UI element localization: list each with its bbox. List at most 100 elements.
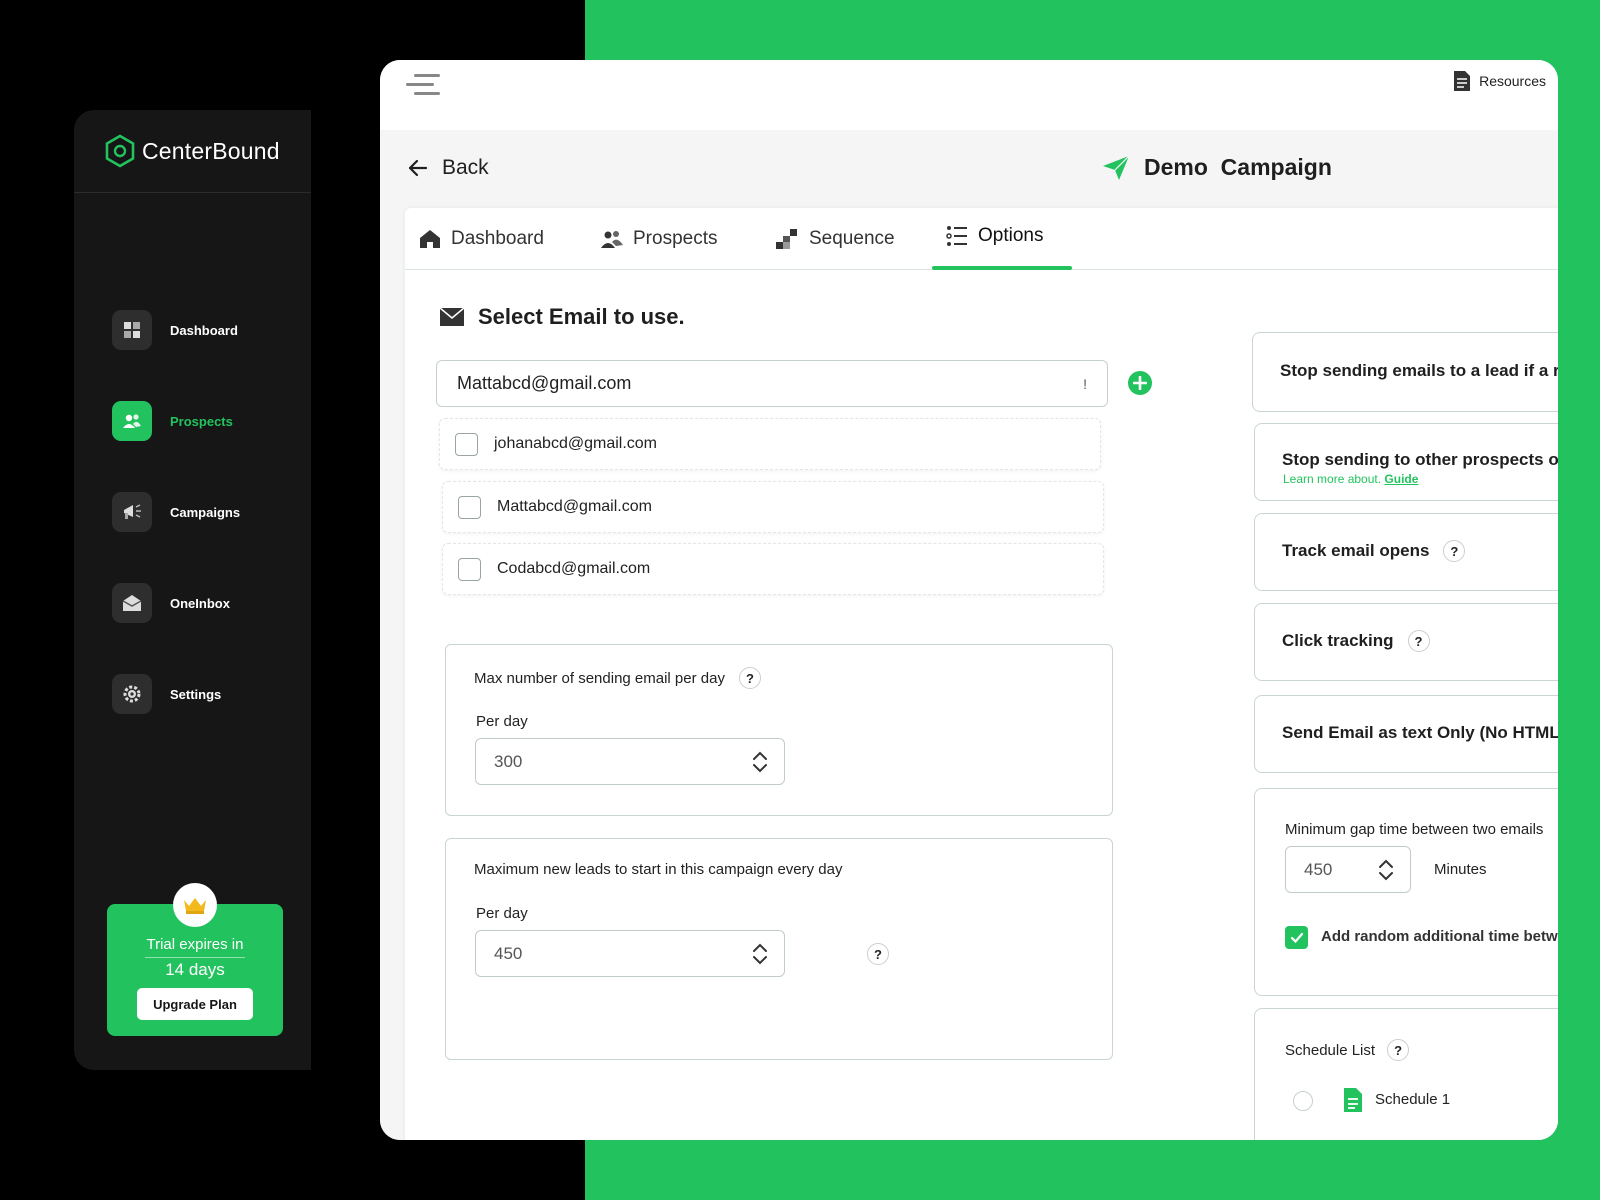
email-checkbox[interactable] <box>458 557 481 581</box>
max-new-leads-value: 450 <box>494 943 523 963</box>
options-panel: Dashboard Prospects Sequence Options Sel… <box>405 208 1558 1140</box>
tab-dashboard[interactable]: Dashboard <box>419 208 544 270</box>
random-time-checkbox[interactable] <box>1285 926 1308 949</box>
min-gap-input[interactable]: 450 <box>1285 846 1411 893</box>
email-option[interactable]: johanabcd@gmail.com <box>439 418 1101 470</box>
max-sending-input[interactable]: 300 <box>475 738 785 785</box>
home-icon <box>420 230 440 248</box>
number-stepper[interactable] <box>752 943 768 965</box>
max-new-leads-box: Maximum new leads to start in this campa… <box>445 838 1113 1060</box>
tab-label: Sequence <box>809 228 895 249</box>
email-option[interactable]: Codabcd@gmail.com <box>442 543 1104 595</box>
upgrade-plan-button[interactable]: Upgrade Plan <box>137 988 253 1020</box>
chevron-down-icon[interactable] <box>752 955 768 965</box>
options-list-icon <box>946 226 967 246</box>
max-new-leads-input[interactable]: 450 <box>475 930 785 977</box>
help-icon[interactable]: ? <box>1407 630 1430 652</box>
track-opens-label: Track email opens <box>1282 541 1430 560</box>
email-checkbox[interactable] <box>458 495 481 519</box>
top-bar: Resources <box>380 60 1558 130</box>
click-tracking-option[interactable]: Click tracking ? <box>1254 603 1558 681</box>
track-opens-option[interactable]: Track email opens ? <box>1254 513 1558 591</box>
email-checkbox[interactable] <box>455 432 478 456</box>
steps-icon <box>776 229 797 249</box>
chevron-up-icon[interactable] <box>1378 859 1394 869</box>
track-opens-title: Track email opens ? <box>1282 540 1466 562</box>
arrow-left-icon <box>408 159 428 177</box>
max-sending-value: 300 <box>494 751 523 771</box>
back-button[interactable]: Back <box>408 156 489 180</box>
alert-indicator: ! <box>1083 375 1087 392</box>
sidebar-item-settings[interactable]: Settings <box>112 674 221 714</box>
help-icon[interactable]: ? <box>1387 1039 1410 1061</box>
min-gap-value: 450 <box>1304 859 1333 879</box>
sidebar-item-dashboard[interactable]: Dashboard <box>112 310 238 350</box>
logo: CenterBound <box>104 134 280 168</box>
crown-icon <box>173 883 217 927</box>
trial-days-left: 14 days <box>165 960 225 979</box>
envelope-icon <box>440 308 464 326</box>
schedule-document-icon <box>1344 1088 1362 1112</box>
tab-options[interactable]: Options <box>946 205 1043 267</box>
email-select-dropdown[interactable]: Mattabcd@gmail.com ! <box>436 360 1108 407</box>
trial-card: Trial expires in 14 days Upgrade Plan <box>107 883 283 1036</box>
max-sending-label: Max number of sending email per day ? <box>474 667 761 689</box>
gear-icon <box>112 674 152 714</box>
schedule-list-title: Schedule List ? <box>1285 1039 1410 1061</box>
email-section-title: Select Email to use. <box>440 304 685 330</box>
help-icon[interactable]: ? <box>738 667 761 689</box>
max-sending-box: Max number of sending email per day ? Pe… <box>445 644 1113 816</box>
sidebar-item-label: Prospects <box>170 413 233 429</box>
tab-label: Dashboard <box>451 228 544 249</box>
learn-more-prefix: Learn more about. <box>1283 472 1382 486</box>
megaphone-icon <box>112 492 152 532</box>
min-gap-label: Minimum gap time between two emails <box>1285 821 1544 838</box>
trial-expires-text: Trial expires in <box>146 936 244 953</box>
sidebar-item-prospects[interactable]: Prospects <box>112 401 233 441</box>
chevron-down-icon[interactable] <box>1378 871 1394 881</box>
sidebar-divider <box>74 192 311 193</box>
min-gap-card: Minimum gap time between two emails 450 … <box>1254 788 1558 996</box>
max-new-leads-label: Maximum new leads to start in this campa… <box>474 861 843 878</box>
active-tab-indicator <box>932 266 1072 270</box>
brand-name: CenterBound <box>142 137 280 164</box>
add-email-button[interactable] <box>1128 371 1152 395</box>
sidebar: CenterBound Dashboard Prospects Campaign… <box>74 110 311 1070</box>
prospects-people-icon <box>112 401 152 441</box>
schedule-item-label[interactable]: Schedule 1 <box>1375 1091 1450 1108</box>
per-day-label: Per day <box>476 905 528 922</box>
hexagon-logo-icon <box>105 134 135 168</box>
tab-sequence[interactable]: Sequence <box>775 208 895 270</box>
per-day-label: Per day <box>476 713 528 730</box>
stop-on-reply-option[interactable]: Stop sending emails to a lead if a re <box>1252 332 1558 412</box>
chevron-up-icon[interactable] <box>752 943 768 953</box>
tab-prospects[interactable]: Prospects <box>601 208 717 270</box>
schedule-radio[interactable] <box>1293 1091 1313 1111</box>
sidebar-item-oneinbox[interactable]: OneInbox <box>112 583 230 623</box>
number-stepper[interactable] <box>1378 859 1394 881</box>
help-icon[interactable]: ? <box>867 943 889 965</box>
sidebar-item-label: Dashboard <box>170 322 238 338</box>
dashboard-grid-icon <box>112 310 152 350</box>
resources-label: Resources <box>1479 73 1546 89</box>
stop-other-prospects-option[interactable]: Stop sending to other prospects or Learn… <box>1254 423 1558 501</box>
random-time-label: Add random additional time betw <box>1321 928 1558 945</box>
people-icon <box>601 231 623 248</box>
number-stepper[interactable] <box>752 751 768 773</box>
schedule-list-label: Schedule List <box>1285 1041 1376 1059</box>
hamburger-icon[interactable] <box>406 68 442 98</box>
stop-on-reply-label: Stop sending emails to a lead if a re <box>1280 361 1558 380</box>
click-tracking-title: Click tracking ? <box>1282 630 1430 652</box>
help-icon[interactable]: ? <box>1443 540 1466 562</box>
chevron-up-icon[interactable] <box>752 751 768 761</box>
trial-divider <box>145 957 245 958</box>
resources-link[interactable]: Resources <box>1453 70 1546 92</box>
chevron-down-icon[interactable] <box>752 763 768 773</box>
email-option[interactable]: Mattabcd@gmail.com <box>442 481 1104 533</box>
text-only-option[interactable]: Send Email as text Only (No HTML) <box>1254 695 1558 773</box>
inbox-envelope-icon <box>112 583 152 623</box>
sidebar-item-campaigns[interactable]: Campaigns <box>112 492 240 532</box>
guide-link[interactable]: Guide <box>1384 472 1418 486</box>
tab-label: Options <box>978 225 1044 246</box>
document-icon <box>1454 71 1471 91</box>
